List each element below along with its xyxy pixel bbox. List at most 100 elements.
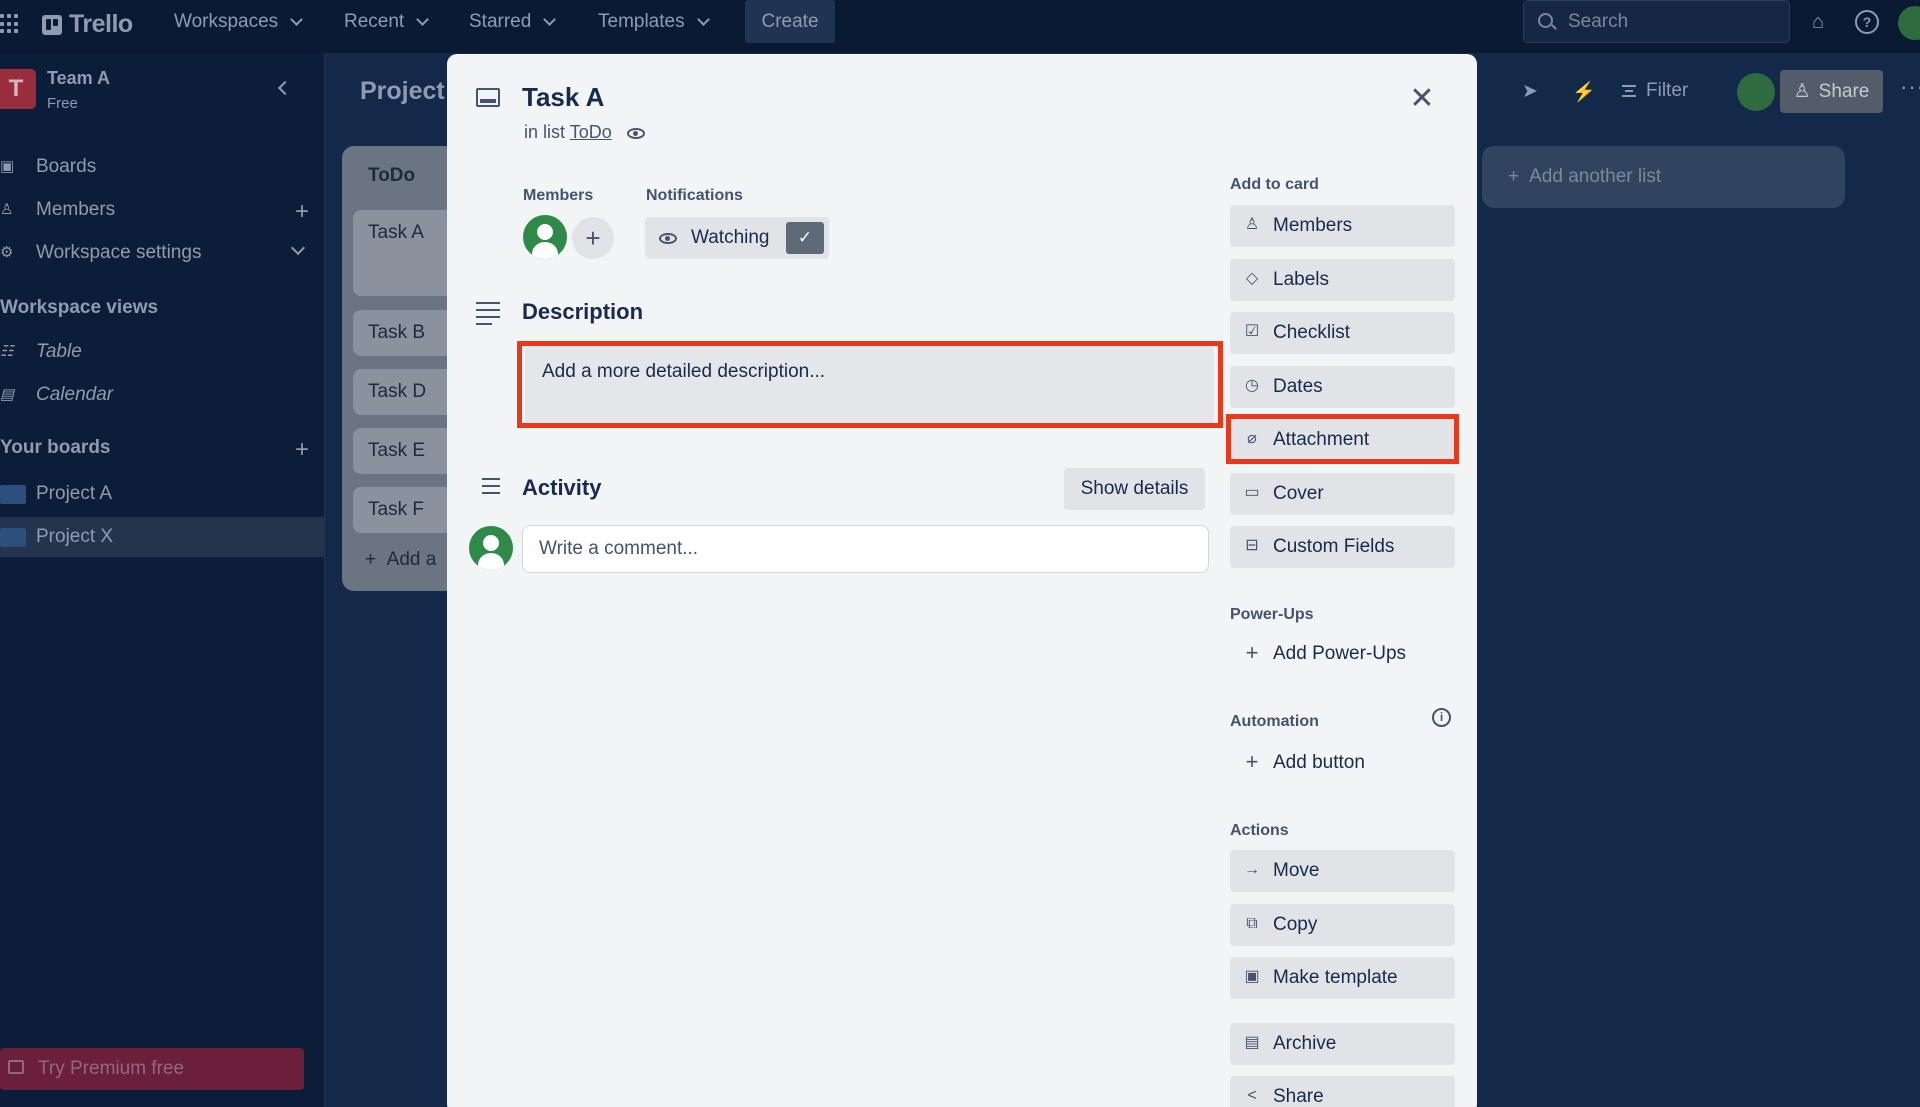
- show-details-button[interactable]: Show details: [1064, 468, 1205, 510]
- create-button[interactable]: Create: [745, 0, 835, 43]
- automation-label: Automation: [1230, 713, 1319, 730]
- send-icon[interactable]: ➤: [1522, 80, 1538, 103]
- chevron-down-icon: [543, 13, 557, 26]
- sidebar-item-members[interactable]: ♙ Members +: [0, 190, 325, 230]
- logo-text: Trello: [69, 10, 133, 38]
- more-options-icon[interactable]: ···: [1900, 74, 1920, 100]
- sidebar-board-project-a[interactable]: Project A: [0, 474, 325, 514]
- collapse-sidebar-icon[interactable]: [277, 80, 293, 96]
- add-board-row: +: [0, 428, 325, 468]
- add-dates-button[interactable]: ◷ Dates: [1230, 366, 1455, 408]
- automation-icon[interactable]: ⚡: [1572, 80, 1596, 104]
- add-member-button[interactable]: +: [572, 217, 614, 259]
- sidebar-item-label: Members: [36, 199, 116, 220]
- sidebar-item-calendar[interactable]: ▤ Calendar: [0, 375, 325, 415]
- card-title: Task A: [368, 222, 424, 243]
- activity-icon: [476, 478, 500, 499]
- trello-logo-icon: [42, 14, 62, 35]
- member-avatar[interactable]: [523, 215, 567, 259]
- add-card-button[interactable]: + Add a: [365, 549, 436, 571]
- search-icon: [1538, 13, 1553, 28]
- plus-icon: +: [1245, 640, 1259, 665]
- sidebar-item-boards[interactable]: ▣ Boards: [0, 147, 325, 187]
- add-member-icon[interactable]: +: [295, 198, 309, 226]
- power-ups-label: Power-Ups: [1230, 606, 1314, 623]
- board-share-button[interactable]: ♙ Share: [1780, 70, 1883, 113]
- chevron-down-icon: [290, 13, 304, 26]
- sidebar-item-workspace-settings[interactable]: ⚙ Workspace settings: [0, 233, 325, 273]
- tag-icon: ◇: [1245, 270, 1259, 287]
- add-automation-button[interactable]: + Add button: [1230, 742, 1455, 784]
- button-label: Copy: [1273, 914, 1318, 935]
- activity-title: Activity: [522, 475, 602, 500]
- copy-button[interactable]: ⧉ Copy: [1230, 904, 1455, 946]
- nav-menu-starred[interactable]: Starred: [469, 0, 557, 44]
- share-card-button[interactable]: < Share: [1230, 1076, 1455, 1107]
- sidebar-item-table[interactable]: ☷ Table: [0, 332, 325, 372]
- add-power-ups-button[interactable]: + Add Power-Ups: [1230, 633, 1455, 675]
- cover-icon: ▭: [1244, 484, 1260, 501]
- card-title: Task E: [368, 440, 426, 461]
- button-label: Labels: [1273, 269, 1329, 290]
- app-switcher-icon[interactable]: [0, 14, 20, 34]
- add-card-label: Add a: [386, 549, 437, 570]
- plus-icon: +: [1508, 166, 1520, 187]
- nav-menu-workspaces[interactable]: Workspaces: [174, 0, 304, 44]
- description-title: Description: [522, 299, 644, 324]
- archive-button[interactable]: ▤ Archive: [1230, 1023, 1455, 1065]
- list-title[interactable]: ToDo: [368, 165, 415, 187]
- filter-icon: [1622, 85, 1636, 97]
- try-premium-button[interactable]: Try Premium free: [0, 1048, 304, 1090]
- close-icon[interactable]: ✕: [1407, 84, 1437, 114]
- board-title[interactable]: Project: [360, 77, 445, 106]
- sidebar-item-label: Table: [36, 341, 82, 362]
- trello-logo[interactable]: Trello: [42, 10, 133, 39]
- sidebar-board-project-x[interactable]: Project X: [0, 517, 325, 557]
- workspace-views-heading: Workspace views: [0, 297, 159, 318]
- card-title: Task B: [368, 322, 426, 343]
- info-icon[interactable]: i: [1432, 708, 1451, 727]
- highlight-box-description: [517, 341, 1223, 428]
- button-label: Cover: [1273, 483, 1324, 504]
- add-list-button[interactable]: + Add another list: [1482, 146, 1845, 208]
- make-template-button[interactable]: ▣ Make template: [1230, 957, 1455, 999]
- add-members-button[interactable]: ♙ Members: [1230, 205, 1455, 247]
- calendar-icon: ▤: [0, 386, 15, 403]
- team-name[interactable]: Team A: [47, 68, 110, 89]
- notifications-label: Notifications: [646, 187, 743, 204]
- arrow-right-icon: →: [1244, 861, 1260, 878]
- add-cover-button[interactable]: ▭ Cover: [1230, 473, 1455, 515]
- share-icon: <: [1247, 1087, 1257, 1104]
- help-icon[interactable]: ?: [1855, 10, 1879, 34]
- top-navigation-bar: Trello Workspaces Recent Starred Templat…: [0, 0, 1920, 53]
- person-icon: ♙: [0, 201, 14, 218]
- filter-button[interactable]: Filter: [1622, 80, 1688, 102]
- plus-icon: +: [1245, 749, 1259, 774]
- notifications-icon[interactable]: ⌂: [1806, 10, 1830, 34]
- button-label: Checklist: [1273, 322, 1351, 343]
- nav-menu-label: Templates: [598, 11, 685, 32]
- board-member-avatar[interactable]: [1737, 73, 1775, 111]
- add-custom-fields-button[interactable]: ⊟ Custom Fields: [1230, 526, 1455, 568]
- comment-placeholder: Write a comment...: [539, 538, 699, 559]
- search-input[interactable]: Search: [1523, 0, 1790, 43]
- copy-icon: ⧉: [1246, 915, 1258, 932]
- watching-button[interactable]: Watching ✓: [645, 217, 829, 259]
- user-avatar[interactable]: [1898, 6, 1920, 40]
- checkmark-icon: ✓: [786, 222, 824, 254]
- comment-input[interactable]: Write a comment...: [522, 525, 1209, 573]
- card-title[interactable]: Task A: [522, 82, 604, 113]
- list-link[interactable]: ToDo: [570, 122, 612, 142]
- nav-menu-label: Workspaces: [174, 11, 279, 32]
- chevron-down-icon: [696, 13, 710, 26]
- add-checklist-button[interactable]: ☑ Checklist: [1230, 312, 1455, 354]
- add-board-icon[interactable]: +: [295, 436, 309, 464]
- nav-menu-recent[interactable]: Recent: [344, 0, 430, 44]
- nav-menu-templates[interactable]: Templates: [598, 0, 710, 44]
- template-icon: ▣: [1244, 968, 1260, 985]
- add-labels-button[interactable]: ◇ Labels: [1230, 259, 1455, 301]
- table-icon: ☷: [0, 343, 14, 360]
- move-button[interactable]: → Move: [1230, 850, 1455, 892]
- person-icon: ♙: [1244, 216, 1260, 233]
- nav-menu-label: Recent: [344, 11, 405, 32]
